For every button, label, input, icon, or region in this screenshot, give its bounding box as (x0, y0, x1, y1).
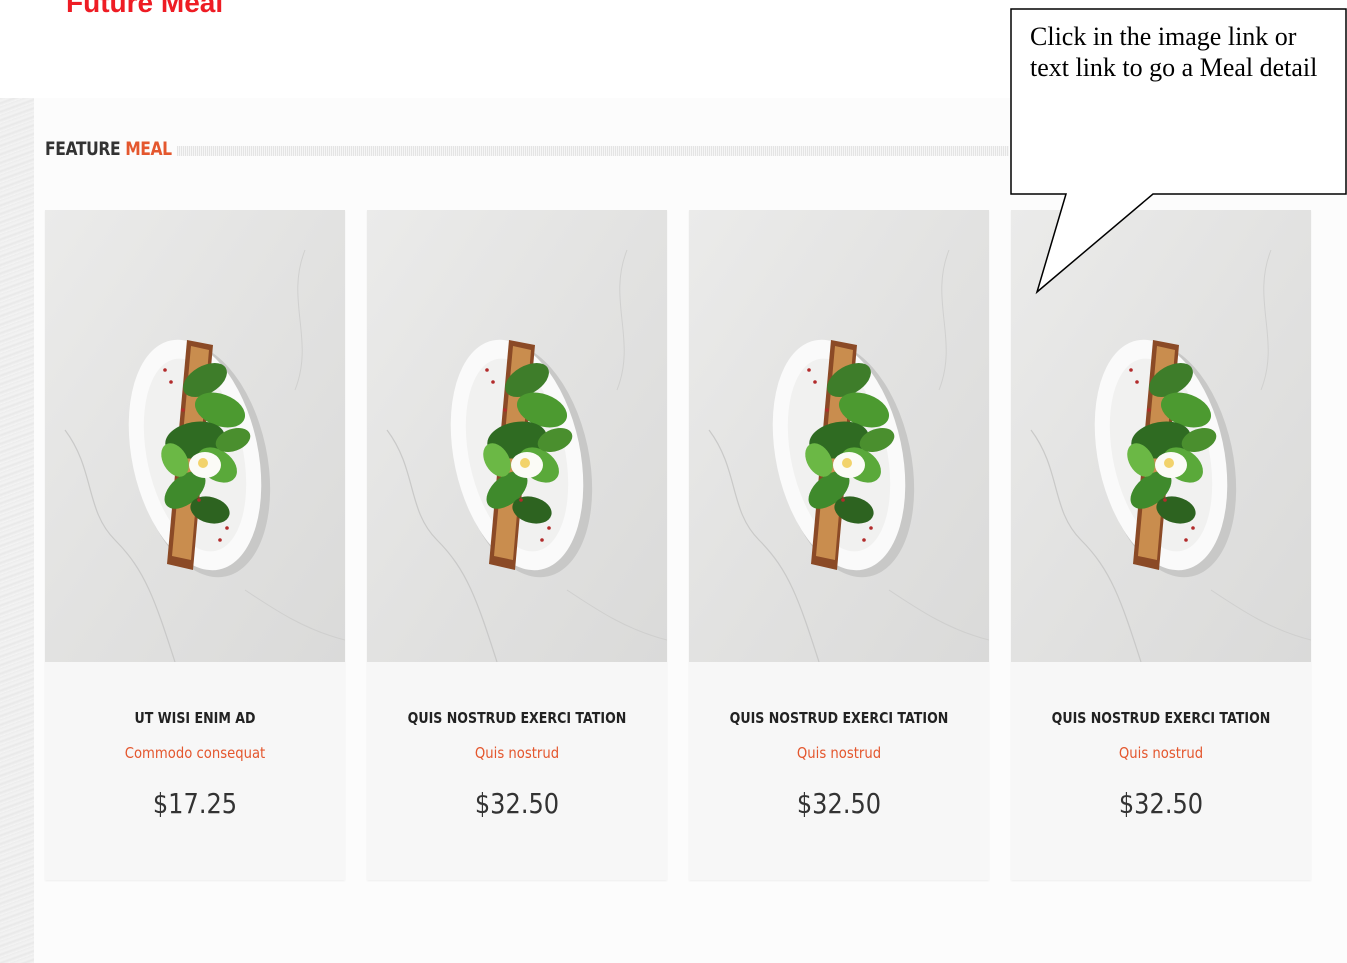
meal-image-link[interactable] (367, 210, 667, 662)
meal-name-link[interactable]: QUIS NOSTRUD EXERCI TATION (391, 709, 643, 727)
meal-subtitle: Quis nostrud (796, 744, 882, 762)
meal-name-link[interactable]: QUIS NOSTRUD EXERCI TATION (713, 709, 965, 727)
meal-card: UT WISI ENIM AD Commodo consequat $17.25 (45, 210, 345, 880)
meal-image-link[interactable] (689, 210, 989, 662)
meal-subtitle: Quis nostrud (1118, 744, 1204, 762)
meal-name-link[interactable]: UT WISI ENIM AD (69, 709, 321, 727)
callout-annotation: Click in the image link or text link to … (1010, 8, 1347, 298)
meal-card: QUIS NOSTRUD EXERCI TATION Quis nostrud … (1011, 210, 1311, 880)
meal-price: $32.50 (796, 787, 882, 820)
food-plate-image (45, 210, 345, 662)
meal-image-link[interactable] (45, 210, 345, 662)
page-border-texture (0, 98, 34, 963)
food-plate-image (367, 210, 667, 662)
meal-subtitle: Quis nostrud (474, 744, 560, 762)
section-heading: FEATURE MEAL (45, 138, 172, 160)
meal-price: $32.50 (474, 787, 560, 820)
meal-price: $32.50 (1118, 787, 1204, 820)
meal-name-link[interactable]: QUIS NOSTRUD EXERCI TATION (1035, 709, 1287, 727)
meal-price: $17.25 (152, 787, 238, 820)
meal-card: QUIS NOSTRUD EXERCI TATION Quis nostrud … (367, 210, 667, 880)
food-plate-image (689, 210, 989, 662)
meal-card: QUIS NOSTRUD EXERCI TATION Quis nostrud … (689, 210, 989, 880)
meal-subtitle: Commodo consequat (124, 744, 266, 762)
section-heading-main: FEATURE (45, 138, 121, 160)
doc-title: Future Meal (66, 0, 224, 18)
section-heading-accent: MEAL (125, 138, 172, 160)
callout-text: Click in the image link or text link to … (1030, 22, 1318, 82)
heading-divider (177, 146, 1009, 156)
